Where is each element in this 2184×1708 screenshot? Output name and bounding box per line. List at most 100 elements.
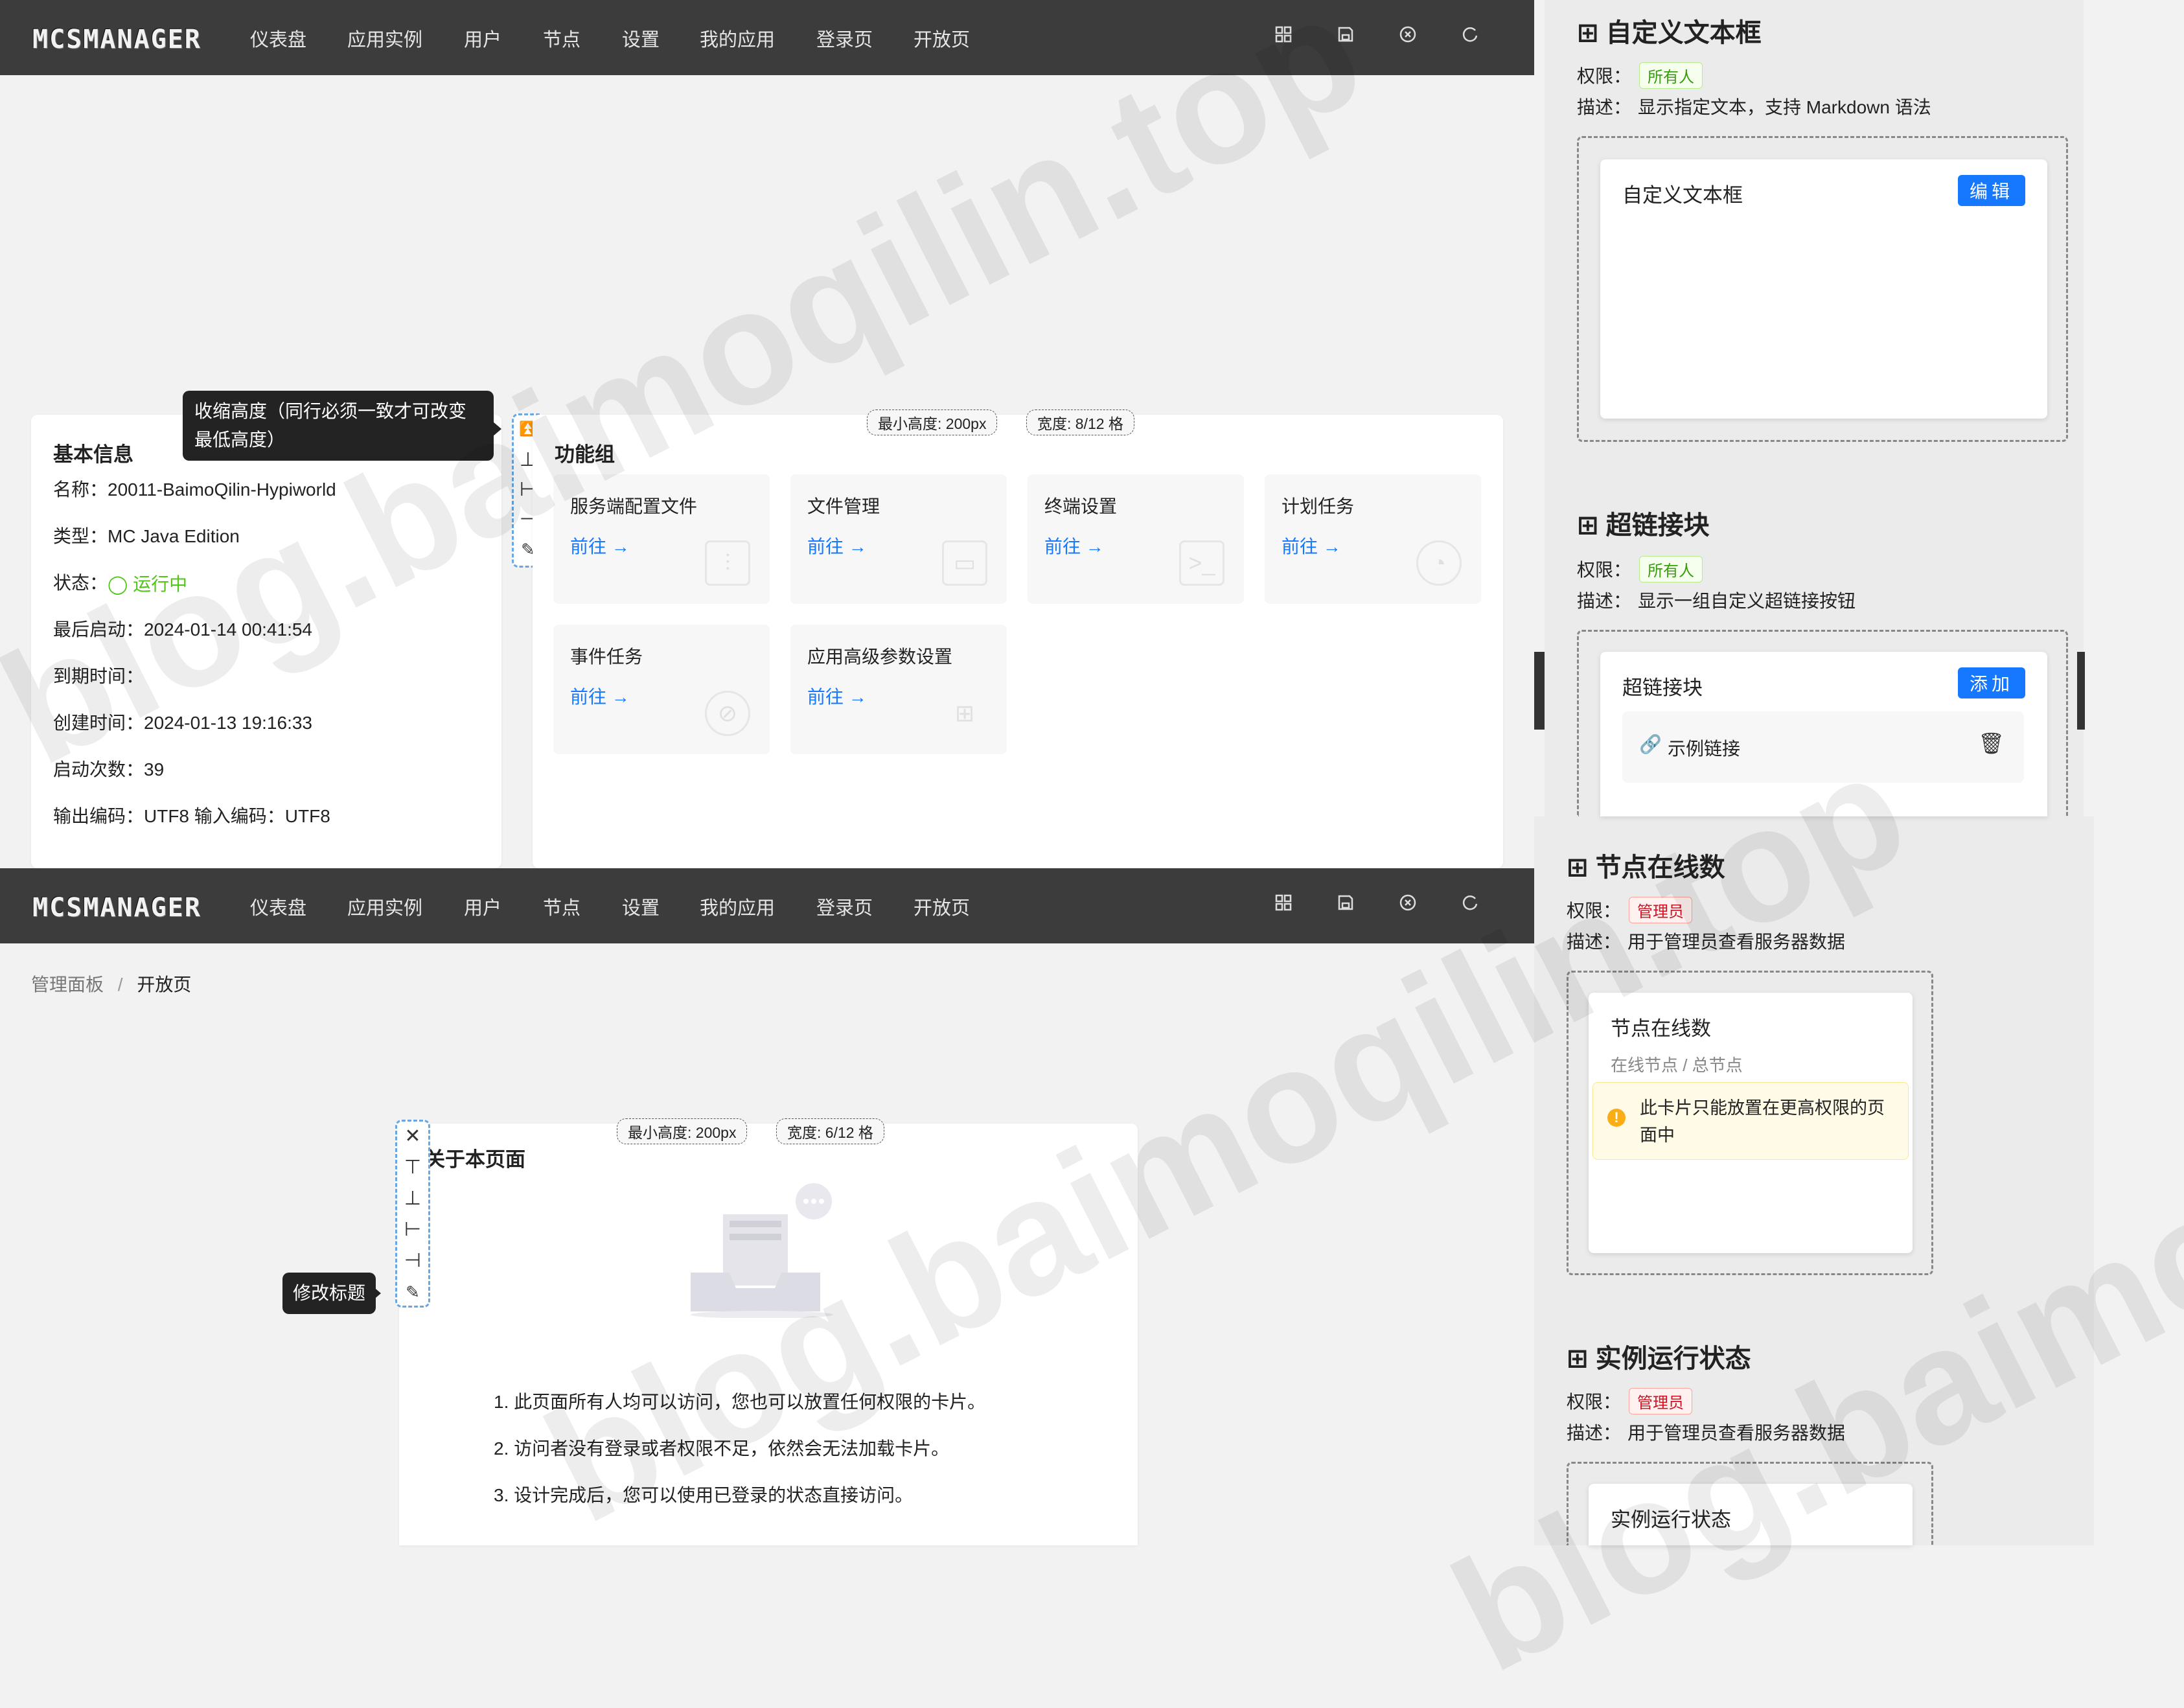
shrink-width-icon[interactable]: ⊢ [397, 1219, 428, 1241]
close-icon[interactable]: ✕ [397, 1125, 428, 1148]
tile-server-config[interactable]: 服务端配置文件 前往 → ⫶ [553, 474, 770, 604]
logo: MCSMANAGER [32, 25, 201, 54]
perm-label: 权限： [1567, 1392, 1622, 1412]
grid-icon: ⊞ [1567, 853, 1596, 882]
preview-title: 实例运行状态 [1611, 1508, 1731, 1531]
about-page-card: 关于本页面 1. 此页面所有人均可以访问，您也可以放置任何权限的卡片。 2. 访… [399, 1124, 1138, 1545]
goto-link[interactable]: 前往 → [807, 533, 867, 559]
instance-status-preview-card[interactable]: 实例运行状态 [1589, 1484, 1913, 1545]
expand-width-icon[interactable]: ⊣ [397, 1250, 428, 1272]
tile-terminal-settings[interactable]: 终端设置 前往 → >_ [1028, 474, 1244, 604]
goto-link[interactable]: 前往 → [807, 683, 867, 709]
save-icon[interactable] [1335, 892, 1357, 914]
warning-text: 此卡片只能放置在更高权限的页面中 [1640, 1098, 1885, 1145]
link-icon: 🔗 [1639, 734, 1662, 754]
collapse-height-icon[interactable]: ⊤ [397, 1157, 428, 1179]
close-circle-icon[interactable] [1397, 892, 1419, 914]
panel-edge [2077, 652, 2085, 730]
info-expire: 到期时间： [53, 666, 144, 686]
node-online-preview-card[interactable]: 节点在线数 在线节点 / 总节点 ! 此卡片只能放置在更高权限的页面中 [1589, 993, 1913, 1253]
nav-item-open-page[interactable]: 开放页 [914, 893, 970, 920]
nav-item-dashboard[interactable]: 仪表盘 [250, 893, 306, 920]
nav-item-my-apps[interactable]: 我的应用 [700, 893, 775, 920]
tile-file-manager[interactable]: 文件管理 前往 → ▭ [790, 474, 1007, 604]
about-line-1: 1. 此页面所有人均可以访问，您也可以放置任何权限的卡片。 [494, 1392, 986, 1412]
function-group-title: 功能组 [555, 443, 615, 466]
layout-icon[interactable] [1272, 23, 1294, 45]
refresh-icon[interactable] [1459, 892, 1481, 914]
tile-event-tasks[interactable]: 事件任务 前往 → ⊘ [553, 625, 770, 754]
desc-label: 描述： [1577, 591, 1632, 611]
section-hyperlink-title: ⊞ 超链接块 [1577, 511, 1710, 540]
nav-item-instances[interactable]: 应用实例 [347, 25, 422, 52]
tile-advanced-params[interactable]: 应用高级参数设置 前往 → ⊞ [790, 625, 1007, 754]
nav-item-open-page[interactable]: 开放页 [914, 25, 970, 52]
section-desc: 用于管理员查看服务器数据 [1627, 1423, 1846, 1443]
empty-inbox-illustration [684, 1182, 840, 1319]
min-height-tag: 最小高度: 200px [867, 410, 998, 435]
save-icon[interactable] [1335, 23, 1357, 45]
nav-item-my-apps[interactable]: 我的应用 [700, 25, 775, 52]
info-type: 类型：MC Java Edition [53, 526, 240, 546]
preview-title: 自定义文本框 [1622, 184, 1743, 207]
link-item[interactable]: 🔗 示例链接 🗑 [1622, 711, 2024, 783]
nav-item-instances[interactable]: 应用实例 [347, 893, 422, 920]
perm-badge: 管理员 [1629, 897, 1692, 923]
edit-button[interactable]: 编辑 [1957, 175, 2025, 206]
perm-badge: 所有人 [1639, 556, 1703, 583]
close-circle-icon[interactable] [1397, 23, 1419, 45]
hyperlink-preview-card[interactable]: 超链接块 添加 🔗 示例链接 🗑 [1600, 652, 2047, 816]
goto-link[interactable]: 前往 → [1044, 533, 1104, 559]
nav-item-login-page[interactable]: 登录页 [816, 25, 873, 52]
nav-item-nodes[interactable]: 节点 [543, 25, 580, 52]
breadcrumb-separator: / [117, 975, 123, 995]
folder-icon: ▭ [942, 540, 987, 586]
layout-icon[interactable] [1272, 892, 1294, 914]
nav-item-settings[interactable]: 设置 [622, 25, 660, 52]
info-name: 名称：20011-BaimoQilin-Hypiworld [53, 479, 336, 500]
refresh-icon[interactable] [1459, 23, 1481, 45]
edit-title-icon[interactable]: ✎ [397, 1281, 428, 1303]
breadcrumb: 管理面板 / 开放页 [31, 971, 191, 997]
width-tag: 宽度: 6/12 格 [776, 1118, 884, 1144]
tile-label: 文件管理 [807, 496, 880, 516]
bottom-navbar: MCSMANAGER 仪表盘 应用实例 用户 节点 设置 我的应用 登录页 开放… [0, 868, 1534, 943]
nav-item-nodes[interactable]: 节点 [543, 893, 580, 920]
info-start-count: 启动次数：39 [53, 759, 165, 779]
clock-icon: ◔ [1416, 540, 1462, 586]
breadcrumb-home[interactable]: 管理面板 [31, 975, 104, 995]
goto-link[interactable]: 前往 → [570, 533, 630, 559]
section-custom-text-title: ⊞ 自定义文本框 [1577, 19, 1762, 47]
about-card-title: 关于本页面 [425, 1148, 525, 1171]
expand-height-icon[interactable]: ⊥ [397, 1188, 428, 1210]
nav-item-dashboard[interactable]: 仪表盘 [250, 25, 306, 52]
perm-badge: 管理员 [1629, 1388, 1692, 1414]
grid-add-icon: ⊞ [954, 700, 975, 726]
logo: MCSMANAGER [32, 893, 201, 923]
tile-schedule[interactable]: 计划任务 前往 → ◔ [1265, 474, 1481, 604]
min-height-tag: 最小高度: 200px [617, 1118, 748, 1144]
perm-label: 权限： [1577, 560, 1632, 580]
terminal-icon: >_ [1179, 540, 1224, 586]
tile-label: 服务端配置文件 [570, 496, 698, 516]
status-running: ◯ 运行中 [108, 574, 188, 594]
tooltip-arrow [492, 421, 501, 437]
nav-item-settings[interactable]: 设置 [622, 893, 660, 920]
basic-info-card: 基本信息 名称：20011-BaimoQilin-Hypiworld 类型：MC… [31, 415, 501, 868]
goto-link[interactable]: 前往 → [1282, 533, 1341, 559]
compass-icon: ⊘ [705, 691, 750, 736]
nav-item-login-page[interactable]: 登录页 [816, 893, 873, 920]
nav-item-users[interactable]: 用户 [464, 893, 501, 920]
edit-title-tooltip: 修改标题 [282, 1273, 376, 1314]
add-button[interactable]: 添加 [1957, 667, 2025, 698]
goto-link[interactable]: 前往 → [570, 683, 630, 709]
info-status-label: 状态： [53, 573, 108, 593]
section-instance-status-title: ⊞ 实例运行状态 [1567, 1344, 1751, 1373]
delete-icon[interactable]: 🗑 [1978, 731, 2005, 756]
tooltip-arrow [372, 1286, 381, 1301]
nav-item-users[interactable]: 用户 [464, 25, 501, 52]
custom-text-preview-card[interactable]: 自定义文本框 编辑 [1600, 159, 2047, 419]
desc-label: 描述： [1577, 97, 1632, 117]
grid-icon: ⊞ [1577, 511, 1606, 540]
breadcrumb-current: 开放页 [137, 975, 192, 995]
